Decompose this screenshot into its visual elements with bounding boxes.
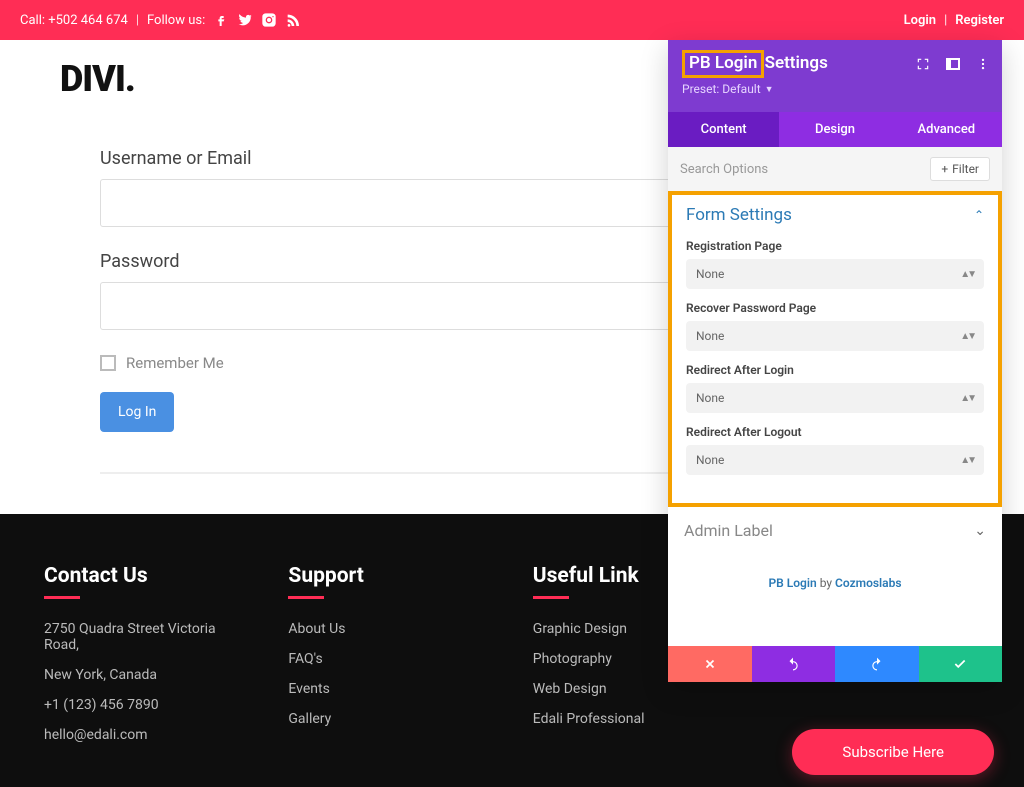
panel-search-row: Search Options + Filter [668,147,1002,191]
divider: | [944,13,947,28]
plus-icon: + [941,162,948,176]
twitter-icon[interactable] [237,12,253,28]
list-item[interactable]: Events [288,681,472,697]
panel-header: PB Login Settings Preset: Default ▼ [668,40,1002,112]
list-item: +1 (123) 456 7890 [44,697,228,713]
instagram-icon[interactable] [261,12,277,28]
login-button[interactable]: Log In [100,392,174,432]
save-button[interactable] [919,646,1003,682]
fullscreen-icon[interactable] [916,57,930,71]
list-item[interactable]: Gallery [288,711,472,727]
preset-label: Preset: Default [682,82,761,96]
panel-tabs: Content Design Advanced [668,112,1002,147]
select-value: None [696,453,724,467]
list-item: hello@edali.com [44,727,228,743]
tab-content[interactable]: Content [668,112,779,147]
underline [288,596,324,599]
remember-label: Remember Me [126,354,224,372]
select-registration-page[interactable]: None ▲▼ [686,259,984,289]
list-item: New York, Canada [44,667,228,683]
divider: | [136,13,139,28]
panel-layout-icon[interactable] [946,58,960,70]
credits-module[interactable]: PB Login [768,576,816,590]
settings-panel: PB Login Settings Preset: Default ▼ Cont… [668,40,1002,682]
section-title[interactable]: Form Settings [686,205,792,225]
underline [44,596,80,599]
call-text: Call: +502 464 674 [20,13,128,28]
chevron-down-icon: ⌄ [974,523,986,539]
remember-checkbox[interactable] [100,355,116,371]
field-label-redirect-logout: Redirect After Logout [686,425,984,439]
topbar: Call: +502 464 674 | Follow us: Login | … [0,0,1024,40]
sort-icon: ▲▼ [960,455,974,466]
admin-label-title: Admin Label [684,521,773,540]
follow-text: Follow us: [147,13,205,28]
filter-label: Filter [952,162,979,176]
panel-body: Form Settings ⌃ Registration Page None ▲▼… [668,191,1002,507]
underline [533,596,569,599]
list-item[interactable]: Edali Professional [533,711,717,727]
select-redirect-logout[interactable]: None ▲▼ [686,445,984,475]
sort-icon: ▲▼ [960,393,974,404]
select-recover-page[interactable]: None ▲▼ [686,321,984,351]
list-item[interactable]: FAQ's [288,651,472,667]
login-link[interactable]: Login [904,13,936,28]
search-options[interactable]: Search Options [680,162,768,177]
select-value: None [696,391,724,405]
field-label-registration: Registration Page [686,239,984,253]
sort-icon: ▲▼ [960,269,974,280]
panel-actions [668,646,1002,682]
chevron-down-icon: ▼ [765,84,774,95]
field-label-recover: Recover Password Page [686,301,984,315]
select-value: None [696,267,724,281]
kebab-menu-icon[interactable] [976,57,990,71]
register-link[interactable]: Register [955,13,1004,28]
site-logo[interactable]: DIVI. [60,58,135,100]
select-value: None [696,329,724,343]
tab-advanced[interactable]: Advanced [891,112,1002,147]
list-item[interactable]: Web Design [533,681,717,697]
field-label-redirect-login: Redirect After Login [686,363,984,377]
rss-icon[interactable] [285,12,301,28]
credits-author[interactable]: Cozmoslabs [835,576,901,590]
panel-title: PB Login Settings [682,50,828,78]
list-item: 2750 Quadra Street Victoria Road, [44,621,228,653]
undo-button[interactable] [752,646,836,682]
tab-design[interactable]: Design [779,112,890,147]
sort-icon: ▲▼ [960,331,974,342]
footer-heading-contact: Contact Us [44,564,228,588]
select-redirect-login[interactable]: None ▲▼ [686,383,984,413]
footer-heading-support: Support [288,564,472,588]
facebook-icon[interactable] [213,12,229,28]
credits-by: by [820,576,832,590]
filter-button[interactable]: + Filter [930,157,990,181]
subscribe-button[interactable]: Subscribe Here [792,729,994,775]
cancel-button[interactable] [668,646,752,682]
panel-credits: PB Login by Cozmoslabs [668,554,1002,646]
list-item[interactable]: About Us [288,621,472,637]
panel-title-highlight: PB Login [682,50,764,78]
redo-button[interactable] [835,646,919,682]
panel-title-rest: Settings [765,53,828,73]
preset-selector[interactable]: Preset: Default ▼ [682,82,990,96]
admin-label-section[interactable]: Admin Label ⌄ [668,507,1002,554]
chevron-up-icon[interactable]: ⌃ [974,208,984,222]
